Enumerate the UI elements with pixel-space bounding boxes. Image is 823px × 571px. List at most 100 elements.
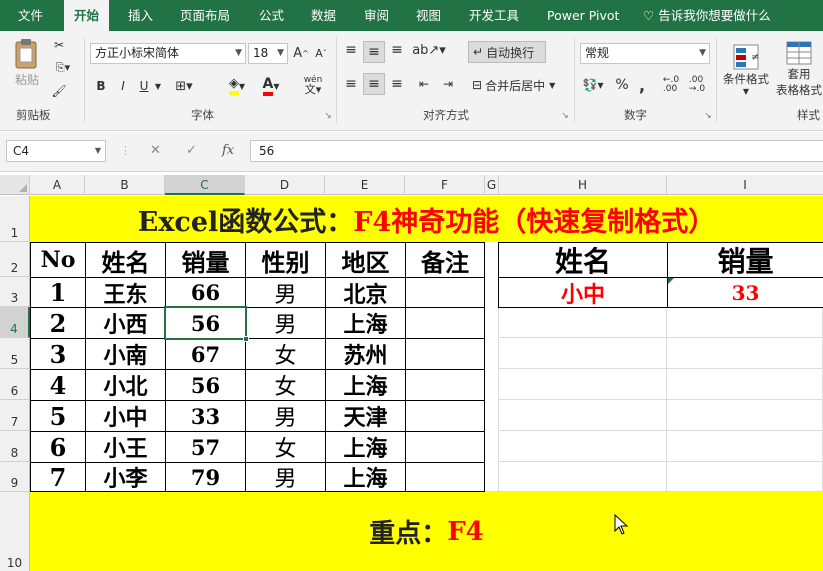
table-cell-no[interactable]: 3 (30, 338, 86, 370)
cancel-icon[interactable]: ✕ (150, 140, 161, 162)
underline-button[interactable]: U (136, 77, 152, 95)
column-header-a[interactable]: A (30, 175, 85, 195)
table-cell-name[interactable]: 小西 (85, 307, 166, 339)
align-middle-icon[interactable]: ≡ (363, 41, 385, 63)
increase-indent-icon[interactable]: ⇥ (438, 75, 458, 93)
format-painter-icon[interactable]: 🖌 (50, 82, 68, 100)
table-cell-gender[interactable]: 女 (245, 431, 326, 463)
table-cell-gender[interactable]: 男 (245, 307, 326, 339)
row-header-3[interactable]: 3 (0, 277, 30, 307)
empty-cell[interactable] (667, 338, 823, 369)
column-header-h[interactable]: H (499, 175, 667, 195)
table-cell-gender[interactable]: 男 (245, 277, 326, 308)
sheet-title-cell[interactable]: Excel函数公式： F4神奇功能（快速复制格式） (30, 196, 823, 242)
borders-icon[interactable]: ⊞▾ (170, 77, 198, 95)
number-dialog-launcher-icon[interactable]: ↘ (703, 111, 713, 121)
table-cell-region[interactable]: 北京 (325, 277, 406, 308)
table-cell-sales[interactable]: 33 (165, 400, 246, 432)
row-header-8[interactable]: 8 (0, 431, 30, 462)
font-dialog-launcher-icon[interactable]: ↘ (323, 111, 333, 121)
table-cell-no[interactable]: 6 (30, 431, 86, 463)
row-header-7[interactable]: 7 (0, 400, 30, 431)
table-cell-gender[interactable]: 男 (245, 400, 326, 432)
row-header-5[interactable]: 5 (0, 338, 30, 369)
enter-icon[interactable]: ✓ (186, 140, 197, 162)
tab-data[interactable]: 数据 (311, 0, 336, 31)
table-cell-sales[interactable]: 56 (165, 369, 246, 401)
table-cell-gender[interactable]: 男 (245, 462, 326, 492)
comma-style-button[interactable]: , (634, 75, 650, 95)
header-notes-cell[interactable]: 备注 (405, 242, 485, 278)
table-cell-sales[interactable]: 66 (165, 277, 246, 308)
lookup-value-name[interactable]: 小中 (498, 277, 668, 308)
column-header-d[interactable]: D (245, 175, 325, 195)
decrease-indent-icon[interactable]: ⇤ (414, 75, 434, 93)
orientation-icon[interactable]: ab↗▾ (412, 41, 446, 59)
table-cell-notes[interactable] (405, 338, 485, 370)
fill-handle[interactable] (243, 336, 249, 342)
header-gender-cell[interactable]: 性别 (245, 242, 326, 278)
table-cell-sales[interactable]: 56 (165, 307, 246, 339)
tab-insert[interactable]: 插入 (128, 0, 153, 31)
table-cell-notes[interactable] (405, 307, 485, 339)
percent-button[interactable]: % (614, 75, 630, 95)
shrink-font-icon[interactable]: Aˇ (312, 43, 330, 63)
column-header-b[interactable]: B (85, 175, 165, 195)
tab-developer[interactable]: 开发工具 (469, 0, 519, 31)
empty-cell[interactable] (485, 242, 499, 492)
header-no-cell[interactable]: No (30, 242, 86, 278)
table-cell-gender[interactable]: 女 (245, 338, 326, 370)
format-as-table-button[interactable]: 套用 表格格式 (774, 37, 823, 101)
align-right-icon[interactable]: ≡ (388, 75, 406, 93)
table-cell-name[interactable]: 小南 (85, 338, 166, 370)
lookup-header-sales[interactable]: 销量 (667, 242, 823, 278)
decrease-decimal-icon[interactable]: .00 →.0 (686, 75, 708, 95)
table-cell-region[interactable]: 苏州 (325, 338, 406, 370)
table-cell-notes[interactable] (405, 462, 485, 492)
column-header-f[interactable]: F (405, 175, 485, 195)
table-cell-no[interactable]: 2 (30, 307, 86, 339)
table-cell-no[interactable]: 1 (30, 277, 86, 308)
grow-font-icon[interactable]: A ^ (292, 43, 310, 63)
phonetic-button[interactable]: wén 文▾ (298, 73, 328, 97)
empty-cell[interactable] (667, 462, 823, 492)
tab-home[interactable]: 开始 (64, 0, 110, 31)
align-center-icon[interactable]: ≡ (363, 73, 385, 95)
row-header-6[interactable]: 6 (0, 369, 30, 400)
empty-cell[interactable] (499, 431, 667, 462)
table-cell-no[interactable]: 5 (30, 400, 86, 432)
wrap-text-button[interactable]: ↵ 自动换行 (468, 41, 546, 63)
paste-button[interactable] (8, 37, 44, 71)
empty-cell[interactable] (667, 307, 823, 338)
conditional-formatting-button[interactable]: ≠ 条件格式 ▼ (722, 37, 770, 101)
row-header-10[interactable]: 10 (0, 492, 30, 571)
table-cell-region[interactable]: 天津 (325, 400, 406, 432)
table-cell-name[interactable]: 王东 (85, 277, 166, 308)
bold-button[interactable]: B (93, 77, 109, 95)
chevron-down-icon[interactable]: ▼ (153, 77, 163, 95)
table-cell-no[interactable]: 4 (30, 369, 86, 401)
column-header-g[interactable]: G (485, 175, 499, 195)
table-cell-region[interactable]: 上海 (325, 431, 406, 463)
empty-cell[interactable] (499, 307, 667, 338)
lookup-value-sales[interactable]: 33 (667, 277, 823, 308)
row-header-9[interactable]: 9 (0, 462, 30, 492)
font-name-select[interactable]: 方正小标宋简体 ▼ (90, 43, 246, 64)
column-header-c[interactable]: C (165, 175, 245, 195)
table-cell-name[interactable]: 小王 (85, 431, 166, 463)
align-top-icon[interactable]: ≡ (342, 41, 360, 59)
empty-cell[interactable] (667, 431, 823, 462)
table-cell-notes[interactable] (405, 431, 485, 463)
empty-cell[interactable] (499, 462, 667, 492)
tab-review[interactable]: 审阅 (364, 0, 389, 31)
table-cell-sales[interactable]: 79 (165, 462, 246, 492)
tab-file[interactable]: 文件 (18, 0, 43, 31)
empty-cell[interactable] (499, 369, 667, 400)
number-format-select[interactable]: 常规 ▼ (580, 43, 710, 64)
empty-cell[interactable] (499, 338, 667, 369)
header-name-cell[interactable]: 姓名 (85, 242, 166, 278)
table-cell-no[interactable]: 7 (30, 462, 86, 492)
merge-center-button[interactable]: ⊟ 合并后居中 ▼ (468, 75, 568, 95)
insert-function-icon[interactable]: fx (222, 140, 234, 162)
increase-decimal-icon[interactable]: ←.0.00 (660, 75, 682, 95)
